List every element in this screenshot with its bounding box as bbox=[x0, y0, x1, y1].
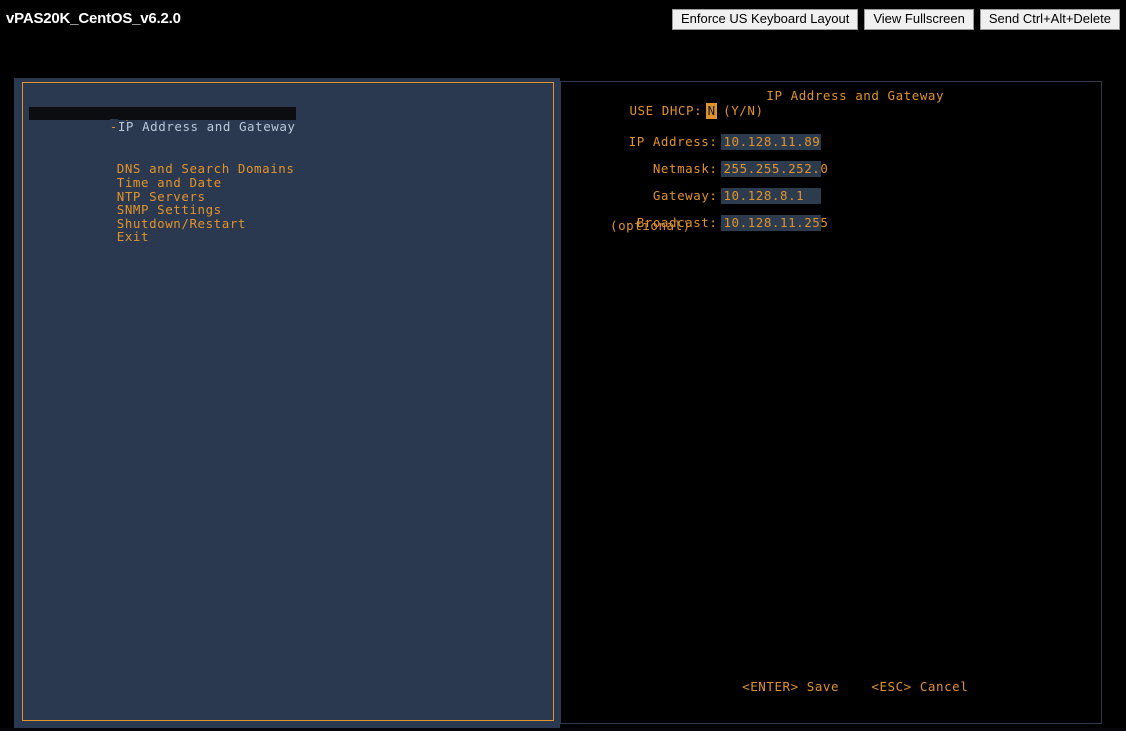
menu-item-dns-and-search-domains[interactable]: DNS and Search Domains bbox=[29, 149, 529, 176]
main-menu-list[interactable]: System Name -IP Address and Gateway DNS … bbox=[29, 93, 529, 244]
spacer-3 bbox=[912, 679, 920, 694]
vm-title: vPAS20K_CentOS_v6.2.0 bbox=[6, 10, 181, 27]
broadcast-input[interactable]: 10.128.11.255 bbox=[721, 215, 828, 231]
use-dhcp-label: USE DHCP: bbox=[629, 103, 703, 118]
menu-item-ntp-servers[interactable]: NTP Servers bbox=[29, 176, 529, 203]
broadcast-optional-note: (optional) bbox=[610, 218, 691, 233]
selection-marker-icon: - bbox=[109, 119, 118, 135]
enforce-us-keyboard-layout-button[interactable]: Enforce US Keyboard Layout bbox=[671, 9, 859, 30]
menu-item-system-name[interactable]: System Name bbox=[29, 93, 529, 120]
use-dhcp-input[interactable]: N bbox=[706, 103, 718, 119]
spacer-2 bbox=[839, 679, 871, 694]
menu-item-label: Exit bbox=[116, 229, 150, 245]
save-action-label[interactable]: Save bbox=[807, 679, 839, 694]
menu-item-shutdown-restart[interactable]: Shutdown/Restart bbox=[29, 203, 529, 230]
form-footer-actions: <ENTER> Save <ESC> Cancel bbox=[561, 664, 1101, 709]
send-ctrl-alt-delete-button[interactable]: Send Ctrl+Alt+Delete bbox=[979, 9, 1120, 30]
toolbar-button-group: Enforce US Keyboard Layout View Fullscre… bbox=[671, 9, 1120, 30]
menu-item-time-and-date[interactable]: Time and Date bbox=[29, 162, 529, 190]
form-panel-title-text: IP Address and Gateway bbox=[762, 88, 949, 103]
use-dhcp-hint: (Y/N) bbox=[723, 103, 764, 118]
ip-address-and-gateway-form-panel: IP Address and Gateway USE DHCP: N (Y/N) I… bbox=[560, 81, 1102, 724]
menu-item-snmp-settings[interactable]: SNMP Settings bbox=[29, 190, 529, 217]
cancel-action-label[interactable]: Cancel bbox=[920, 679, 968, 694]
vm-console-screen[interactable]: System Name -IP Address and Gateway DNS … bbox=[0, 38, 1126, 731]
menu-panel: System Name -IP Address and Gateway DNS … bbox=[22, 82, 554, 721]
view-fullscreen-button[interactable]: View Fullscreen bbox=[864, 9, 974, 30]
spacer-1 bbox=[799, 679, 807, 694]
menu-item-ip-address-and-gateway[interactable]: -IP Address and Gateway bbox=[29, 106, 296, 135]
save-key-hint: <ENTER> bbox=[742, 679, 799, 694]
cancel-key-hint: <ESC> bbox=[871, 679, 912, 694]
menu-item-label: IP Address and Gateway bbox=[117, 119, 296, 135]
console-toolbar: vPAS20K_CentOS_v6.2.0 Enforce US Keyboar… bbox=[0, 0, 1126, 38]
menu-item-exit[interactable]: Exit bbox=[29, 217, 529, 244]
menu-panel-outer: System Name -IP Address and Gateway DNS … bbox=[14, 78, 560, 726]
